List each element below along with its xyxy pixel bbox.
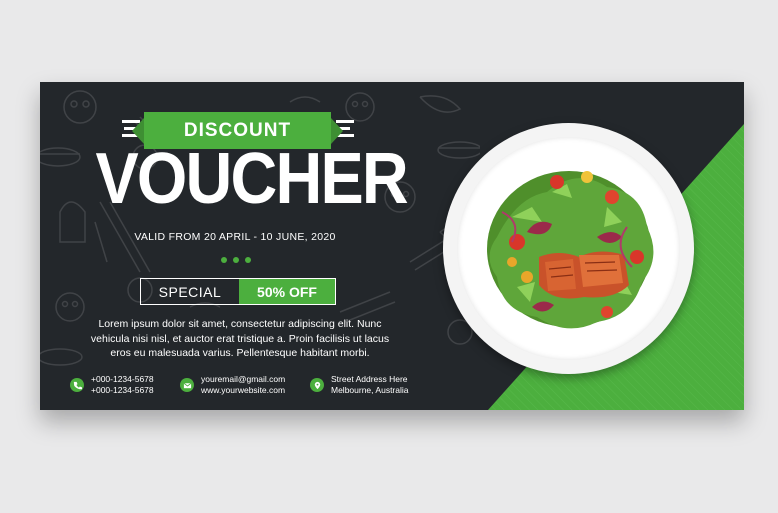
website-url: www.yourwebsite.com: [201, 385, 286, 395]
special-label: SPECIAL: [158, 283, 222, 300]
description-text: Lorem ipsum dolor sit amet, consectetur …: [90, 318, 390, 359]
divider-dots: [221, 257, 251, 263]
email-icon: [180, 378, 194, 392]
salad-plate-image: [443, 123, 694, 374]
phone-number-2: +000-1234-5678: [91, 385, 154, 395]
street-address: Street Address Here: [331, 374, 408, 384]
contact-address: Street Address Here Melbourne, Australia: [310, 374, 409, 396]
voucher-card: DISCOUNT VOUCHER VALID FROM 20 APRIL - 1…: [40, 82, 744, 410]
location-pin-icon: [310, 378, 324, 392]
salmon-salad-illustration: [487, 171, 654, 329]
discount-value: 50% OFF: [239, 279, 335, 304]
valid-dates: VALID FROM 20 APRIL - 10 JUNE, 2020: [134, 231, 336, 243]
voucher-title: VOUCHER: [95, 139, 409, 219]
city-address: Melbourne, Australia: [331, 385, 409, 395]
phone-icon: [70, 378, 84, 392]
contact-email: youremail@gmail.com www.yourwebsite.com: [180, 374, 285, 396]
special-offer-box: SPECIAL 50% OFF: [140, 278, 336, 305]
contact-phone: +000-1234-5678 +000-1234-5678: [70, 374, 154, 396]
email-address: youremail@gmail.com: [201, 374, 286, 384]
phone-number-1: +000-1234-5678: [91, 374, 154, 384]
